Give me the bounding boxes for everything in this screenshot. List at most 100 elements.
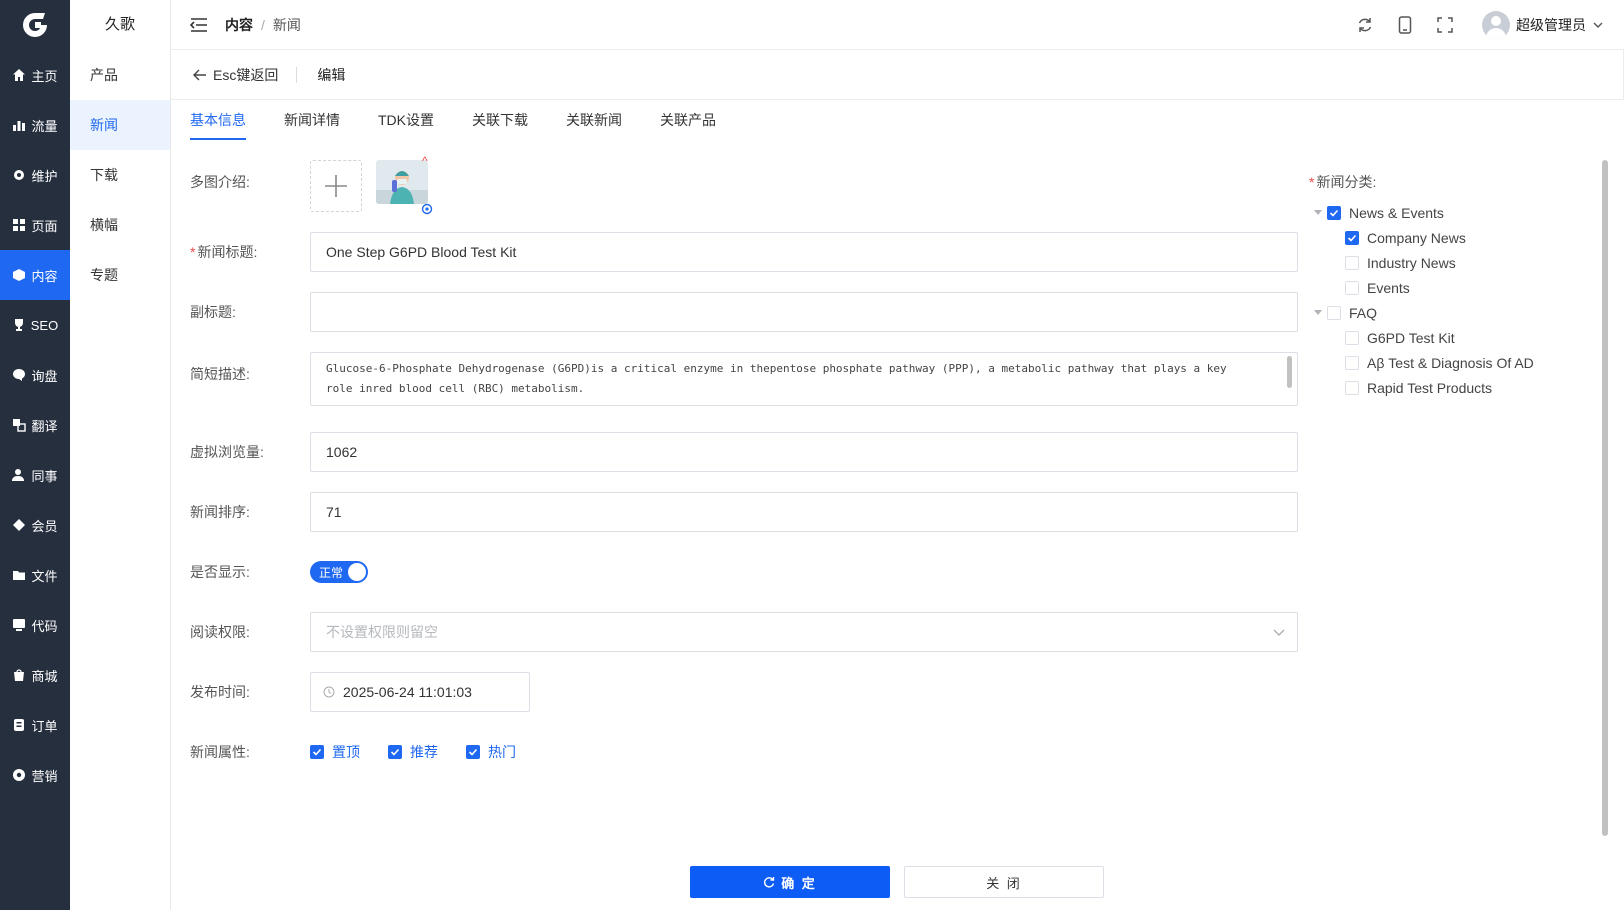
sidebar-item-9[interactable]: 会员 [0, 500, 70, 550]
tree-node-label: Aβ Test & Diagnosis Of AD [1367, 354, 1534, 371]
tree-child-node[interactable]: Industry News [1309, 250, 1599, 275]
page-scrollbar[interactable] [1602, 160, 1608, 836]
sidebar-item-14[interactable]: 营销 [0, 750, 70, 800]
logo[interactable] [0, 0, 70, 50]
sidebar-item-label: SEO [30, 317, 59, 333]
refresh-icon [764, 877, 775, 888]
edit-title: 编辑 [317, 66, 346, 83]
fullscreen-icon[interactable] [1436, 16, 1454, 34]
attr-pin-checkbox[interactable]: 置顶 [310, 742, 360, 762]
sub-sidebar-item-banners[interactable]: 横幅 [70, 200, 170, 250]
sidebar-item-6[interactable]: 询盘 [0, 350, 70, 400]
tab-related-products[interactable]: 关联产品 [660, 100, 716, 140]
tree-child-node[interactable]: Aβ Test & Diagnosis Of AD [1309, 350, 1599, 375]
attr-recommend-checkbox[interactable]: 推荐 [388, 742, 438, 762]
back-label: Esc键返回 [213, 66, 279, 83]
sidebar-item-12[interactable]: 商城 [0, 650, 70, 700]
tab-related-news[interactable]: 关联新闻 [566, 100, 622, 140]
close-button[interactable]: 关 闭 [904, 866, 1104, 898]
sidebar-item-7[interactable]: 翻译 [0, 400, 70, 450]
refresh-icon[interactable] [1356, 16, 1374, 34]
tree-node[interactable]: News & Events [1309, 200, 1599, 225]
tree-checkbox[interactable] [1345, 280, 1359, 295]
permission-select[interactable]: 不设置权限则留空 [310, 612, 1298, 652]
tree-node[interactable]: FAQ [1309, 300, 1599, 325]
tree-checkbox[interactable] [1345, 330, 1359, 345]
caret-down-icon[interactable] [1309, 209, 1327, 216]
sub-sidebar-item-products[interactable]: 产品 [70, 50, 170, 100]
category-tree: * 新闻分类: News & Events Company News Industry… [1309, 172, 1599, 400]
subtitle-input[interactable] [310, 292, 1298, 332]
sidebar-item-4[interactable]: 内容 [0, 250, 70, 300]
order-icon [12, 718, 26, 732]
tree-child-node[interactable]: G6PD Test Kit [1309, 325, 1599, 350]
tree-child-node[interactable]: Events [1309, 275, 1599, 300]
tree-checkbox[interactable] [1345, 255, 1359, 270]
sub-sidebar-item-downloads[interactable]: 下载 [70, 150, 170, 200]
tab-tdk-settings[interactable]: TDK设置 [378, 100, 434, 140]
remove-image-icon[interactable]: ^ [422, 154, 428, 168]
publish-time-picker[interactable]: 2025-06-24 11:01:03 [310, 672, 530, 712]
sidebar-item-10[interactable]: 文件 [0, 550, 70, 600]
tree-checkbox[interactable] [1345, 380, 1359, 395]
title-input[interactable]: One Step G6PD Blood Test Kit [310, 232, 1298, 272]
show-row: 是否显示: 正常 [190, 552, 1298, 592]
tree-checkbox[interactable] [1327, 305, 1341, 320]
confirm-button[interactable]: 确 定 [690, 866, 890, 898]
back-button[interactable]: Esc键返回 [193, 66, 298, 83]
tree-child-node[interactable]: Company News [1309, 225, 1599, 250]
sidebar-item-label: 订单 [31, 718, 58, 734]
sub-sidebar: 久歌 产品 新闻 下载 横幅 专题 [70, 0, 171, 910]
attr-recommend-label: 推荐 [410, 744, 438, 760]
tree-child-node[interactable]: Rapid Test Products [1309, 375, 1599, 400]
diamond-icon [12, 518, 26, 532]
attr-pin-label: 置顶 [332, 744, 360, 760]
sub-sidebar-item-news[interactable]: 新闻 [70, 100, 170, 150]
description-row: 简短描述: Glucose-6-Phosphate Dehydrogenase … [190, 352, 1298, 406]
sidebar-item-1[interactable]: 流量 [0, 100, 70, 150]
sidebar-item-13[interactable]: 订单 [0, 700, 70, 750]
sidebar-item-label: 同事 [31, 468, 58, 484]
tree-checkbox[interactable] [1345, 355, 1359, 370]
sidebar-item-2[interactable]: 维护 [0, 150, 70, 200]
subtitle-row: 副标题: [190, 292, 1298, 332]
tree-checkbox[interactable] [1327, 205, 1341, 220]
sort-input[interactable]: 71 [310, 492, 1298, 532]
title-label: * 新闻标题: [190, 244, 258, 260]
sub-sidebar-item-topics[interactable]: 专题 [70, 250, 170, 300]
tree-node-label: Events [1367, 279, 1410, 296]
upload-button[interactable] [310, 160, 362, 212]
show-toggle[interactable]: 正常 [310, 561, 368, 583]
tree-node-label: Rapid Test Products [1367, 379, 1493, 396]
tab-news-detail[interactable]: 新闻详情 [284, 100, 340, 140]
attr-hot-checkbox[interactable]: 热门 [466, 742, 516, 762]
image-thumbnail[interactable] [376, 160, 428, 204]
views-input[interactable]: 1062 [310, 432, 1298, 472]
caret-down-icon[interactable] [1309, 309, 1327, 316]
gear-icon[interactable] [420, 202, 434, 216]
tab-basic-info[interactable]: 基本信息 [190, 100, 246, 140]
sidebar-item-8[interactable]: 同事 [0, 450, 70, 500]
sidebar-item-0[interactable]: 主页 [0, 50, 70, 100]
sidebar-item-5[interactable]: SEO [0, 300, 70, 350]
sidebar-item-label: 代码 [31, 618, 58, 634]
attributes-label: 新闻属性: [190, 744, 250, 760]
user-name: 超级管理员 [1516, 16, 1586, 33]
permission-row: 阅读权限: 不设置权限则留空 [190, 612, 1298, 652]
user-menu[interactable]: 超级管理员 [1482, 10, 1604, 39]
mobile-icon[interactable] [1396, 15, 1414, 34]
textarea-scrollbar[interactable] [1287, 356, 1292, 388]
sidebar-item-3[interactable]: 页面 [0, 200, 70, 250]
sidebar-item-11[interactable]: 代码 [0, 600, 70, 650]
gear-icon [12, 168, 26, 182]
tree-node-label: G6PD Test Kit [1367, 329, 1455, 346]
breadcrumb-parent[interactable]: 内容 [225, 15, 253, 35]
user-icon [12, 468, 26, 482]
home-icon [12, 68, 26, 82]
description-textarea[interactable]: Glucose-6-Phosphate Dehydrogenase (G6PD)… [310, 352, 1298, 406]
tree-checkbox[interactable] [1345, 230, 1359, 245]
sidebar-item-label: 内容 [31, 268, 58, 284]
menu-fold-icon[interactable] [189, 15, 209, 35]
chat-icon [12, 368, 26, 382]
tab-related-downloads[interactable]: 关联下载 [472, 100, 528, 140]
